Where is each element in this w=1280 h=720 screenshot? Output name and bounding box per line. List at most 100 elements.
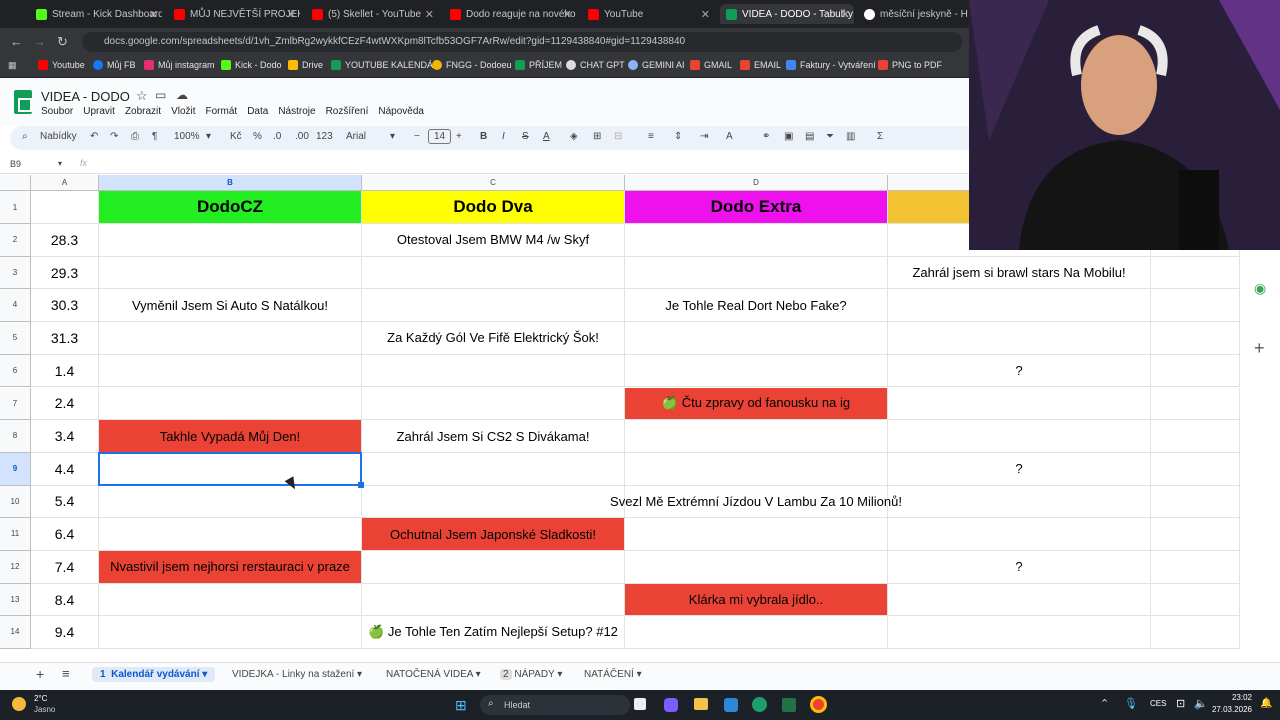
row-header[interactable]: 14 [0, 616, 31, 650]
cell-e13[interactable] [888, 583, 1151, 617]
cell-e11[interactable] [888, 518, 1151, 551]
italic-icon[interactable]: I [502, 131, 505, 142]
borders-icon[interactable]: ⊞ [593, 131, 601, 142]
cell-b5[interactable] [99, 322, 362, 355]
cell-d5[interactable] [625, 322, 888, 355]
percent-button[interactable]: % [253, 131, 262, 142]
sheet-tab-nataceni[interactable]: NATÁČENÍ ▾ [584, 669, 642, 680]
date-cell[interactable]: 7.4 [31, 551, 99, 584]
date-cell[interactable]: 3.4 [31, 420, 99, 453]
date-cell[interactable]: 4.4 [31, 452, 99, 486]
strikethrough-icon[interactable]: S [522, 131, 529, 142]
date-cell[interactable]: 29.3 [31, 256, 99, 290]
menu-zobrazit[interactable]: Zobrazit [125, 106, 161, 117]
cell-d10[interactable]: Svezl Mě Extrémní Jízdou V Lambu Za 10 M… [610, 485, 902, 519]
cell-b2[interactable] [99, 224, 362, 257]
row-header[interactable]: 10 [0, 485, 31, 519]
cell-f10[interactable] [1151, 485, 1240, 519]
cell-c2[interactable]: Otestoval Jsem BMW M4 /w Skyf [362, 224, 625, 257]
rotate-icon[interactable]: A [726, 131, 733, 142]
url-input[interactable]: docs.google.com/spreadsheets/d/1vh_ZmlbR… [82, 32, 962, 52]
date-cell[interactable]: 1.4 [31, 354, 99, 388]
cell-f13[interactable] [1151, 583, 1240, 617]
date-cell[interactable]: 28.3 [31, 224, 99, 257]
cell-d8[interactable] [625, 420, 888, 453]
comment-icon[interactable]: ▣ [784, 131, 793, 142]
text-color-icon[interactable]: A [543, 131, 550, 142]
row-header[interactable]: 12 [0, 551, 31, 584]
row-header[interactable]: 7 [0, 387, 31, 421]
cell-f4[interactable] [1151, 289, 1240, 323]
close-icon[interactable]: ✕ [425, 8, 434, 21]
cell-d11[interactable] [625, 518, 888, 551]
font-size-decrease-icon[interactable]: − [414, 131, 420, 142]
bookmark-youtube[interactable]: Youtube [38, 60, 85, 70]
star-icon[interactable]: ☆ [136, 88, 148, 104]
add-sheet-icon[interactable]: + [36, 666, 44, 682]
bookmark-yt-calendar[interactable]: YOUTUBE KALENDÁŘ [331, 60, 440, 70]
weather-temp[interactable]: 2°C [34, 694, 47, 703]
file-explorer-icon[interactable] [694, 698, 708, 710]
zoom-select[interactable]: 100% [174, 131, 200, 142]
cell-c9[interactable] [362, 452, 625, 486]
cell-f11[interactable] [1151, 518, 1240, 551]
excel-icon[interactable] [782, 698, 796, 712]
menu-data[interactable]: Data [247, 106, 268, 117]
add-icon[interactable]: + [1254, 338, 1265, 359]
browser-tab-youtube-1[interactable]: MŮJ NEJVĚTŠÍ PROJEKT...✕ [168, 4, 300, 24]
copilot-icon[interactable] [664, 698, 678, 712]
back-icon[interactable]: ← [10, 34, 23, 49]
date-cell[interactable]: 8.4 [31, 583, 99, 617]
doc-title[interactable]: VIDEA - DODO [41, 89, 130, 104]
forward-icon[interactable]: → [33, 34, 46, 49]
browser-tab-sheets[interactable]: VIDEA - DODO - Tabulky ✕ [720, 4, 854, 24]
date-cell[interactable]: 5.4 [31, 485, 99, 519]
header-dodo-dva[interactable]: Dodo Dva [362, 191, 625, 224]
cell-e3[interactable]: Zahrál jsem si brawl stars Na Mobilu! [888, 256, 1151, 290]
cell-b7[interactable] [99, 387, 362, 421]
clock-time[interactable]: 23:02 [1200, 693, 1252, 702]
cell-c3[interactable] [362, 256, 625, 290]
print-icon[interactable]: ⎙ [131, 131, 139, 142]
cell-e4[interactable] [888, 289, 1151, 323]
cell-f3[interactable] [1151, 256, 1240, 290]
search-icon[interactable]: ⌕ [22, 131, 28, 142]
row-header[interactable]: 5 [0, 322, 31, 355]
notification-icon[interactable]: 🔔 [1260, 698, 1272, 709]
row-header[interactable]: 9 [0, 452, 31, 486]
bold-icon[interactable]: B [480, 131, 487, 142]
windows-start-icon[interactable]: ⊞ [455, 697, 467, 714]
cell-d2[interactable] [625, 224, 888, 257]
filter-views-icon[interactable]: ▥ [846, 131, 855, 142]
close-icon[interactable]: ✕ [287, 8, 296, 21]
cell-c4[interactable] [362, 289, 625, 323]
link-icon[interactable]: ⚭ [762, 131, 770, 142]
cell-e6[interactable]: ? [888, 354, 1151, 388]
apps-icon[interactable]: ▦ [8, 60, 17, 71]
cell-e14[interactable] [888, 616, 1151, 650]
date-cell[interactable]: 30.3 [31, 289, 99, 323]
font-size-increase-icon[interactable]: + [456, 131, 462, 142]
sheet-tab-napady[interactable]: 2 NÁPADY ▾ [500, 669, 562, 680]
cell-e7[interactable] [888, 387, 1151, 421]
chevron-up-icon[interactable]: ⌃ [1100, 697, 1109, 710]
column-header-c[interactable]: C [362, 175, 625, 191]
app-icon[interactable] [724, 698, 738, 712]
cell-b11[interactable] [99, 518, 362, 551]
cell-f6[interactable] [1151, 354, 1240, 388]
bookmark-kick[interactable]: Kick - Dodo [221, 60, 282, 70]
task-view-icon[interactable] [634, 698, 646, 710]
header-dodocz[interactable]: DodoCZ [99, 191, 362, 224]
row-header[interactable]: 8 [0, 420, 31, 453]
bookmark-instagram[interactable]: Můj instagram [144, 60, 215, 70]
row-header[interactable]: 13 [0, 583, 31, 617]
column-header-a[interactable]: A [31, 175, 99, 191]
microphone-icon[interactable]: 🎙 [1124, 697, 1138, 710]
row-header[interactable]: 3 [0, 256, 31, 290]
bookmark-fngg[interactable]: FNGG - Dodoeu [432, 60, 512, 70]
cell-e8[interactable] [888, 420, 1151, 453]
currency-button[interactable]: Kč [230, 131, 242, 142]
functions-icon[interactable]: Σ [877, 131, 883, 142]
network-icon[interactable]: ⊡ [1176, 697, 1185, 710]
cell-c12[interactable] [362, 551, 625, 584]
